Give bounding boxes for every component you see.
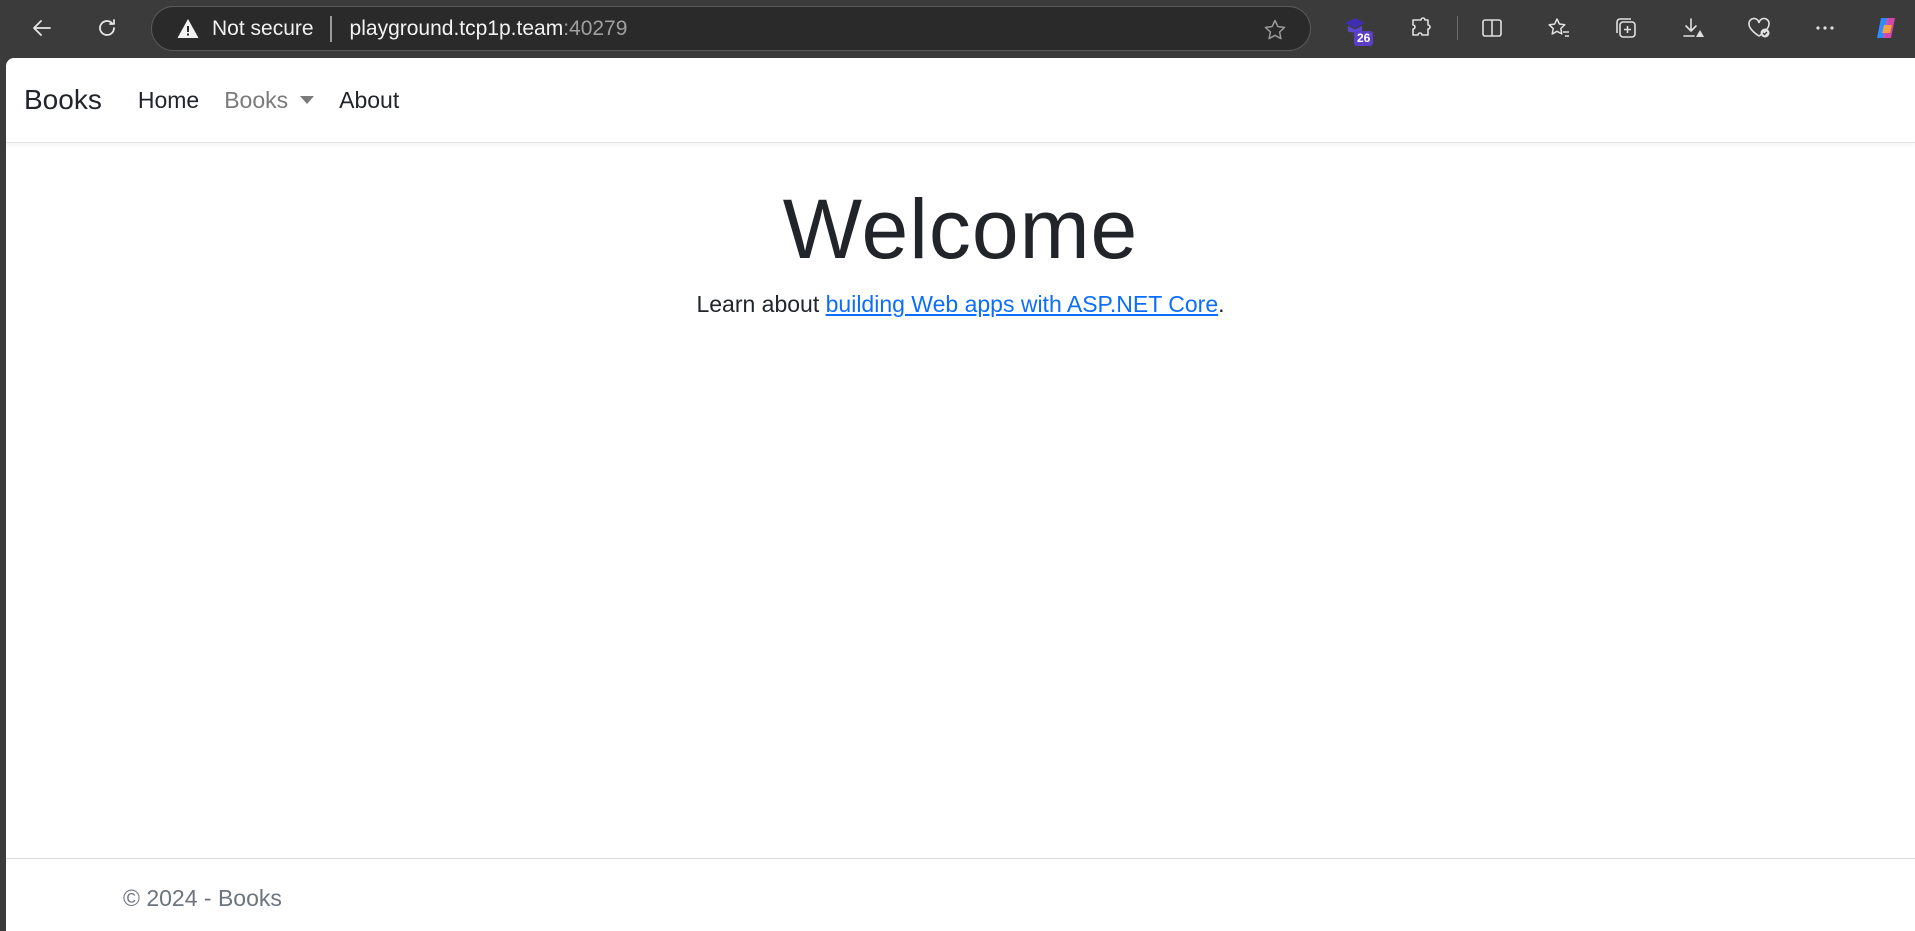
refresh-button[interactable] xyxy=(89,10,125,46)
copilot-button[interactable] xyxy=(1869,11,1903,45)
health-icon xyxy=(1748,17,1770,38)
nav-item-books-dropdown[interactable]: Books xyxy=(224,86,315,114)
back-icon xyxy=(33,20,51,36)
security-label[interactable]: Not secure xyxy=(212,17,314,41)
extension-badge-button[interactable]: 26 xyxy=(1338,11,1374,46)
split-screen-button[interactable] xyxy=(1475,11,1509,45)
favorites-button[interactable] xyxy=(1542,11,1576,45)
toolbar-divider xyxy=(1457,16,1458,40)
split-screen-icon xyxy=(1482,19,1502,37)
site-navbar: Books Home Books About xyxy=(6,58,1915,143)
browser-toolbar: Not secure playground.tcp1p.team:40279 2… xyxy=(0,0,1915,56)
navbar-brand[interactable]: Books xyxy=(24,84,102,116)
browser-essentials-button[interactable] xyxy=(1742,11,1776,45)
url-text[interactable]: playground.tcp1p.team:40279 xyxy=(350,17,628,41)
downloads-icon xyxy=(1683,18,1704,37)
caret-down-icon xyxy=(300,96,315,104)
main-content: Welcome Learn about building Web apps wi… xyxy=(6,179,1915,318)
star-icon[interactable] xyxy=(1262,17,1288,43)
puzzle-icon xyxy=(1412,17,1431,36)
downloads-button[interactable] xyxy=(1676,11,1710,45)
site-footer: © 2024 - Books xyxy=(6,858,1915,931)
aspnet-docs-link[interactable]: building Web apps with ASP.NET Core xyxy=(826,291,1219,317)
collections-button[interactable] xyxy=(1609,11,1643,45)
omnibox-divider xyxy=(329,15,332,42)
page-viewport: Books Home Books About Welcome Learn abo… xyxy=(6,58,1915,931)
extensions-button[interactable] xyxy=(1404,11,1438,45)
extension-badge-count: 26 xyxy=(1354,31,1374,46)
url-port: :40279 xyxy=(563,16,628,40)
page-title: Welcome xyxy=(782,182,1139,276)
intro-prefix: Learn about xyxy=(696,291,826,317)
nav-item-books-label: Books xyxy=(224,86,289,113)
intro-suffix: . xyxy=(1218,291,1225,317)
more-button[interactable] xyxy=(1808,11,1842,45)
footer-copyright: © 2024 - Books xyxy=(123,885,282,911)
refresh-icon xyxy=(99,19,115,36)
intro-text: Learn about building Web apps with ASP.N… xyxy=(6,291,1915,318)
nav-item-home[interactable]: Home xyxy=(138,87,199,114)
nav-item-about[interactable]: About xyxy=(339,87,399,114)
favorites-icon xyxy=(1548,18,1569,37)
address-bar[interactable]: Not secure playground.tcp1p.team:40279 xyxy=(151,6,1311,51)
warning-icon[interactable] xyxy=(176,17,200,41)
copilot-icon xyxy=(1877,18,1895,38)
collections-icon xyxy=(1616,18,1636,38)
more-icon xyxy=(1816,26,1834,30)
back-button[interactable] xyxy=(24,10,60,46)
url-host: playground.tcp1p.team xyxy=(349,16,564,40)
